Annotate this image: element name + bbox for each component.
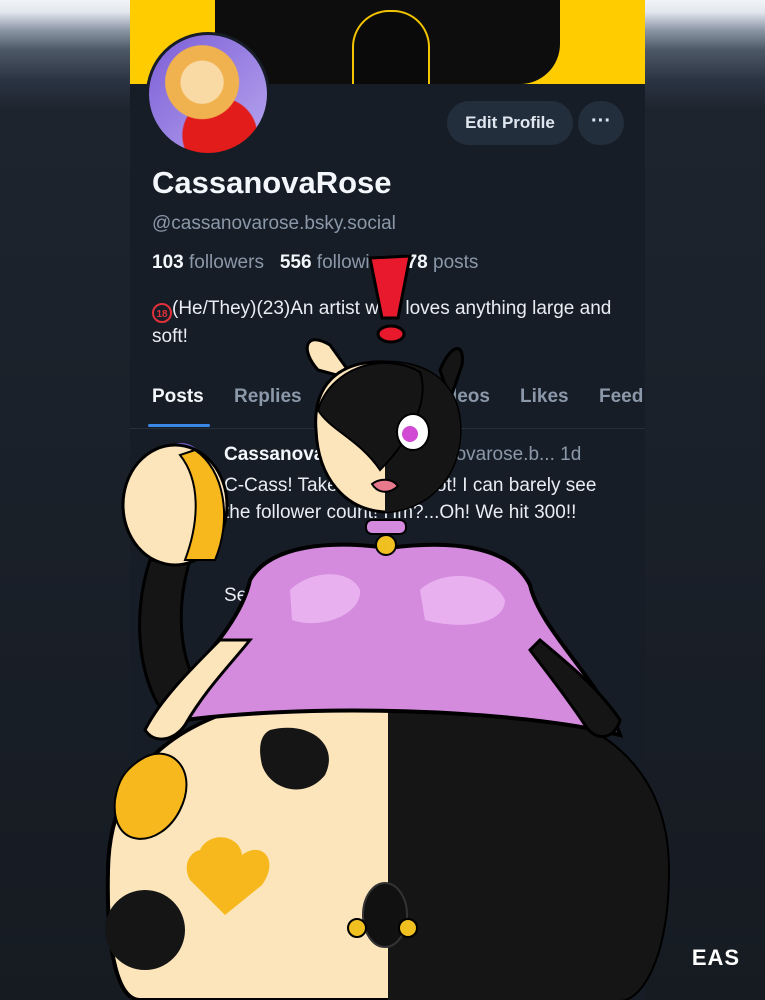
profile-handle: @cassanovarose.bsky.social <box>152 213 396 234</box>
post-text-continued[interactable]: Se... ...ng my a... ...ays a <box>224 582 624 609</box>
posts-label: posts <box>433 252 479 273</box>
artist-watermark: EAS <box>691 945 741 970</box>
active-tab-indicator <box>148 424 210 427</box>
display-name: CassanovaRose <box>152 165 392 200</box>
tab-replies[interactable]: Replies <box>234 386 302 408</box>
tab-feed[interactable]: Feed <box>599 386 643 408</box>
more-options-button[interactable]: ··· <box>578 101 624 145</box>
banner-cat-illustration <box>352 10 430 84</box>
post-author[interactable]: CassanovaRose <box>224 444 371 465</box>
avatar[interactable] <box>146 32 270 156</box>
age-restricted-icon: 18 <box>152 303 172 323</box>
posts-count: 78 <box>406 252 428 273</box>
profile-tabs: Posts Replies Media Videos Likes Feed <box>130 380 645 429</box>
profile-page: Edit Profile ··· CassanovaRose @cassanov… <box>130 0 645 1000</box>
post-avatar[interactable] <box>158 443 204 489</box>
post-text[interactable]: C-Cass! Take a screenshot! I can barely … <box>224 472 624 526</box>
edit-profile-button[interactable]: Edit Profile <box>447 101 573 145</box>
followers-count[interactable]: 103 <box>152 252 184 273</box>
post-time: 1d <box>560 444 582 465</box>
post-handle[interactable]: @cassanovarose.b... <box>376 444 555 465</box>
following-count[interactable]: 556 <box>280 252 312 273</box>
bio-text: (He/They)(23)An artist who loves anythin… <box>152 298 612 347</box>
tab-videos[interactable]: Videos <box>428 386 490 408</box>
followers-label[interactable]: followers <box>189 252 264 273</box>
profile-bio: 18 (He/They)(23)An artist who loves anyth… <box>152 295 612 350</box>
tab-posts[interactable]: Posts <box>152 386 204 408</box>
post-header: CassanovaRose @cassanovarose.b... 1d <box>224 444 581 466</box>
tab-likes[interactable]: Likes <box>520 386 569 408</box>
tab-media[interactable]: Media <box>337 386 391 408</box>
following-label[interactable]: following <box>317 252 391 273</box>
profile-stats: 103 followers 556 following 78 posts <box>152 252 478 274</box>
